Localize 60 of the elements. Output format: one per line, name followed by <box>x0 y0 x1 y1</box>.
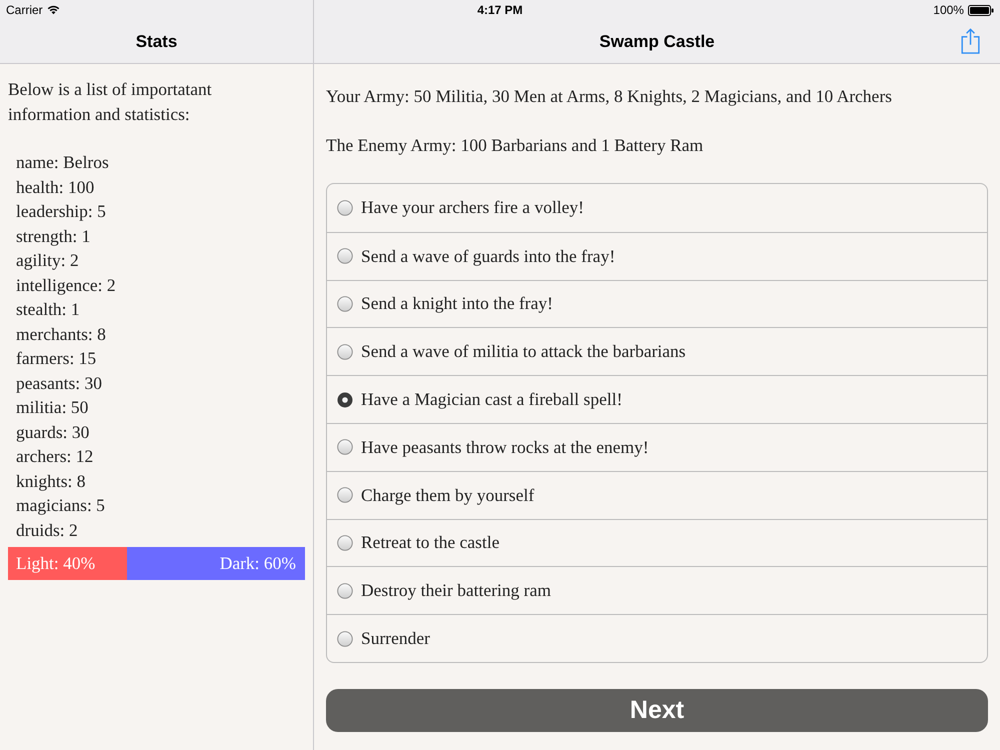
option-row[interactable]: Have peasants throw rocks at the enemy! <box>327 422 987 471</box>
stat-line: druids: 2 <box>16 518 79 542</box>
radio-icon[interactable] <box>337 582 353 599</box>
carrier-label: Carrier <box>6 3 43 17</box>
stat-line: leadership: 5 <box>16 200 107 223</box>
stat-line: agility: 2 <box>16 249 80 272</box>
option-row[interactable]: Have a Magician cast a fireball spell! <box>327 375 987 423</box>
intro-text: Below is a list of importatant information and statistics: <box>8 78 213 126</box>
radio-icon[interactable] <box>337 392 353 408</box>
option-label: Send a wave of guards into the fray! <box>361 246 616 267</box>
stat-line: peasants: 30 <box>16 372 104 395</box>
radio-icon[interactable] <box>337 248 353 264</box>
battery-icon <box>968 4 994 16</box>
clock-time: 4:17 PM <box>477 3 523 17</box>
radio-icon[interactable] <box>337 630 353 647</box>
radio-icon[interactable] <box>337 487 353 504</box>
option-row[interactable]: Retreat to the castle <box>327 518 987 566</box>
radio-icon[interactable] <box>337 534 353 551</box>
radio-icon[interactable] <box>337 200 353 216</box>
battery-percent: 100% <box>933 3 964 17</box>
option-label: Have peasants throw rocks at the enemy! <box>361 436 649 458</box>
stat-line: merchants: 8 <box>16 322 107 346</box>
stat-line: strength: 1 <box>16 224 92 248</box>
option-label: Have a Magician cast a fireball spell! <box>361 389 622 410</box>
stat-line: stealth: 1 <box>16 298 81 321</box>
stat-line: magicians: 5 <box>16 494 106 517</box>
option-row[interactable]: Destroy their battering ram <box>327 566 987 614</box>
light-label: Light: 40% <box>16 553 96 574</box>
option-label: Send a knight into the fray! <box>361 293 553 314</box>
wifi-icon <box>46 5 60 15</box>
option-row[interactable]: Send a knight into the fray! <box>327 280 987 328</box>
radio-icon[interactable] <box>337 439 353 456</box>
stat-line: archers: 12 <box>16 445 94 468</box>
option-row[interactable]: Charge them by yourself <box>327 470 987 519</box>
next-button[interactable]: Next <box>326 688 988 732</box>
stat-line: knights: 8 <box>16 470 87 493</box>
option-label: Have your archers fire a volley! <box>361 197 584 218</box>
share-icon[interactable] <box>961 28 980 54</box>
option-row[interactable]: Have your archers fire a volley! <box>327 184 987 232</box>
option-label: Send a wave of militia to attack the barbarians <box>361 341 686 362</box>
stat-line: name: Belros <box>16 151 110 174</box>
option-label: Surrender <box>361 628 430 650</box>
option-label: Retreat to the castle <box>361 532 500 554</box>
stat-line: health: 100 <box>16 176 96 198</box>
stat-line: farmers: 15 <box>16 347 98 370</box>
option-label: Charge them by yourself <box>361 484 534 506</box>
your-army-text: Your Army: 50 Militia, 30 Men at Arms, 8 Knights, 2 Magicians, and 10 Archers <box>326 85 893 108</box>
option-label: Destroy their battering ram <box>361 580 552 602</box>
option-row[interactable]: Surrender <box>327 614 987 662</box>
radio-icon[interactable] <box>337 344 353 360</box>
radio-icon[interactable] <box>337 296 353 312</box>
option-row[interactable]: Send a wave of guards into the fray! <box>327 232 987 280</box>
sidebar-title: Stats <box>136 32 178 52</box>
option-row[interactable]: Send a wave of militia to attack the barbarians <box>327 327 987 376</box>
stat-line: intelligence: 2 <box>16 274 117 297</box>
enemy-army-text: The Enemy Army: 100 Barbarians and 1 Battery Ram <box>326 134 704 157</box>
dark-label: Dark: 60% <box>220 553 297 574</box>
main-title: Swamp Castle <box>599 32 715 52</box>
stat-line: guards: 30 <box>16 420 90 444</box>
stat-line: militia: 50 <box>16 396 90 419</box>
